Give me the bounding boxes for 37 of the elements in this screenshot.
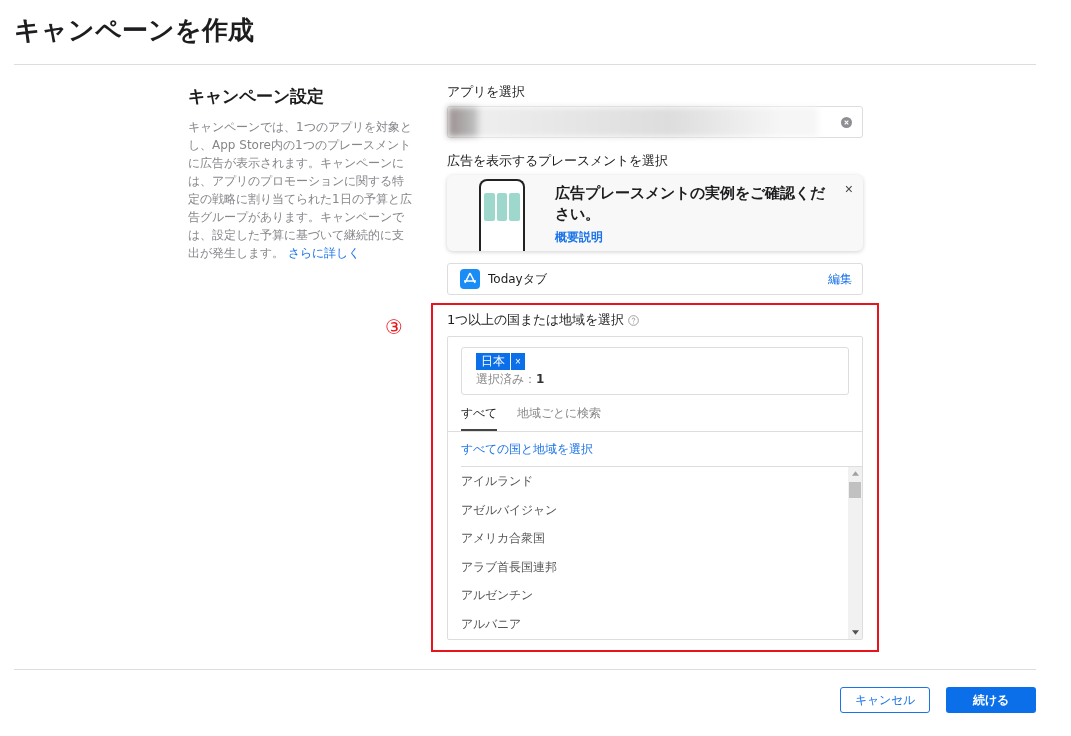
- field-label: 1つ以上の国または地域を選択: [447, 311, 625, 329]
- scrollbar[interactable]: [848, 467, 862, 639]
- country-list-item[interactable]: アルゼンチン: [461, 581, 848, 610]
- select-all-link[interactable]: すべての国と地域を選択: [461, 442, 593, 456]
- selected-count-label: 選択済み：: [476, 372, 536, 386]
- country-list-item[interactable]: アルバニア: [461, 609, 848, 638]
- scrollbar-thumb[interactable]: [849, 482, 861, 498]
- scroll-up-icon[interactable]: [851, 471, 859, 476]
- country-list-item[interactable]: アイルランド: [461, 467, 848, 496]
- country-chip: 日本: [476, 353, 510, 370]
- banner-title: 広告プレースメントの実例をご確認ください。: [555, 183, 826, 225]
- app-store-icon: [460, 269, 480, 289]
- tab[interactable]: すべて: [461, 399, 497, 431]
- country-list-item[interactable]: アメリカ合衆国: [461, 524, 848, 553]
- selected-countries-field[interactable]: 日本 × 選択済み：1: [461, 347, 849, 395]
- tab[interactable]: 地域ごとに検索: [517, 399, 601, 431]
- placement-name: Todayタブ: [488, 270, 547, 288]
- edit-link[interactable]: 編集: [828, 270, 852, 288]
- country-list-item[interactable]: アラブ首長国連邦: [461, 552, 848, 581]
- field-label: アプリを選択: [447, 83, 526, 101]
- section-heading: キャンペーン設定: [188, 85, 325, 108]
- continue-button[interactable]: 続ける: [946, 687, 1036, 713]
- help-icon[interactable]: [628, 314, 640, 326]
- selected-count: 1: [536, 372, 545, 386]
- overview-link[interactable]: 概要説明: [555, 229, 863, 246]
- close-button[interactable]: ×: [844, 181, 853, 197]
- learn-more-link[interactable]: さらに詳しく: [287, 246, 360, 260]
- field-label: 広告を表示するプレースメントを選択: [447, 152, 669, 170]
- country-list-item[interactable]: アゼルバイジャン: [461, 495, 848, 524]
- step-number: ③: [385, 315, 403, 339]
- page-title: キャンペーンを作成: [14, 14, 255, 47]
- remove-chip-button[interactable]: ×: [511, 353, 525, 370]
- cancel-button[interactable]: キャンセル: [840, 687, 930, 713]
- scroll-down-icon[interactable]: [851, 630, 859, 635]
- app-select-field[interactable]: [447, 106, 863, 138]
- clear-icon[interactable]: [841, 116, 852, 128]
- section-description: キャンペーンでは、1つのアプリを対象とし、App Store内の1つのプレースメントに広告が表示されます。キャンペーンには、アプリのプロモーションに関する特定の戦略に割り当てられた1日の予算と広告グループがあります。キャンペーンでは、設定した予算に基づいて継続的に支出が発生します。 さらに詳しく: [188, 119, 413, 262]
